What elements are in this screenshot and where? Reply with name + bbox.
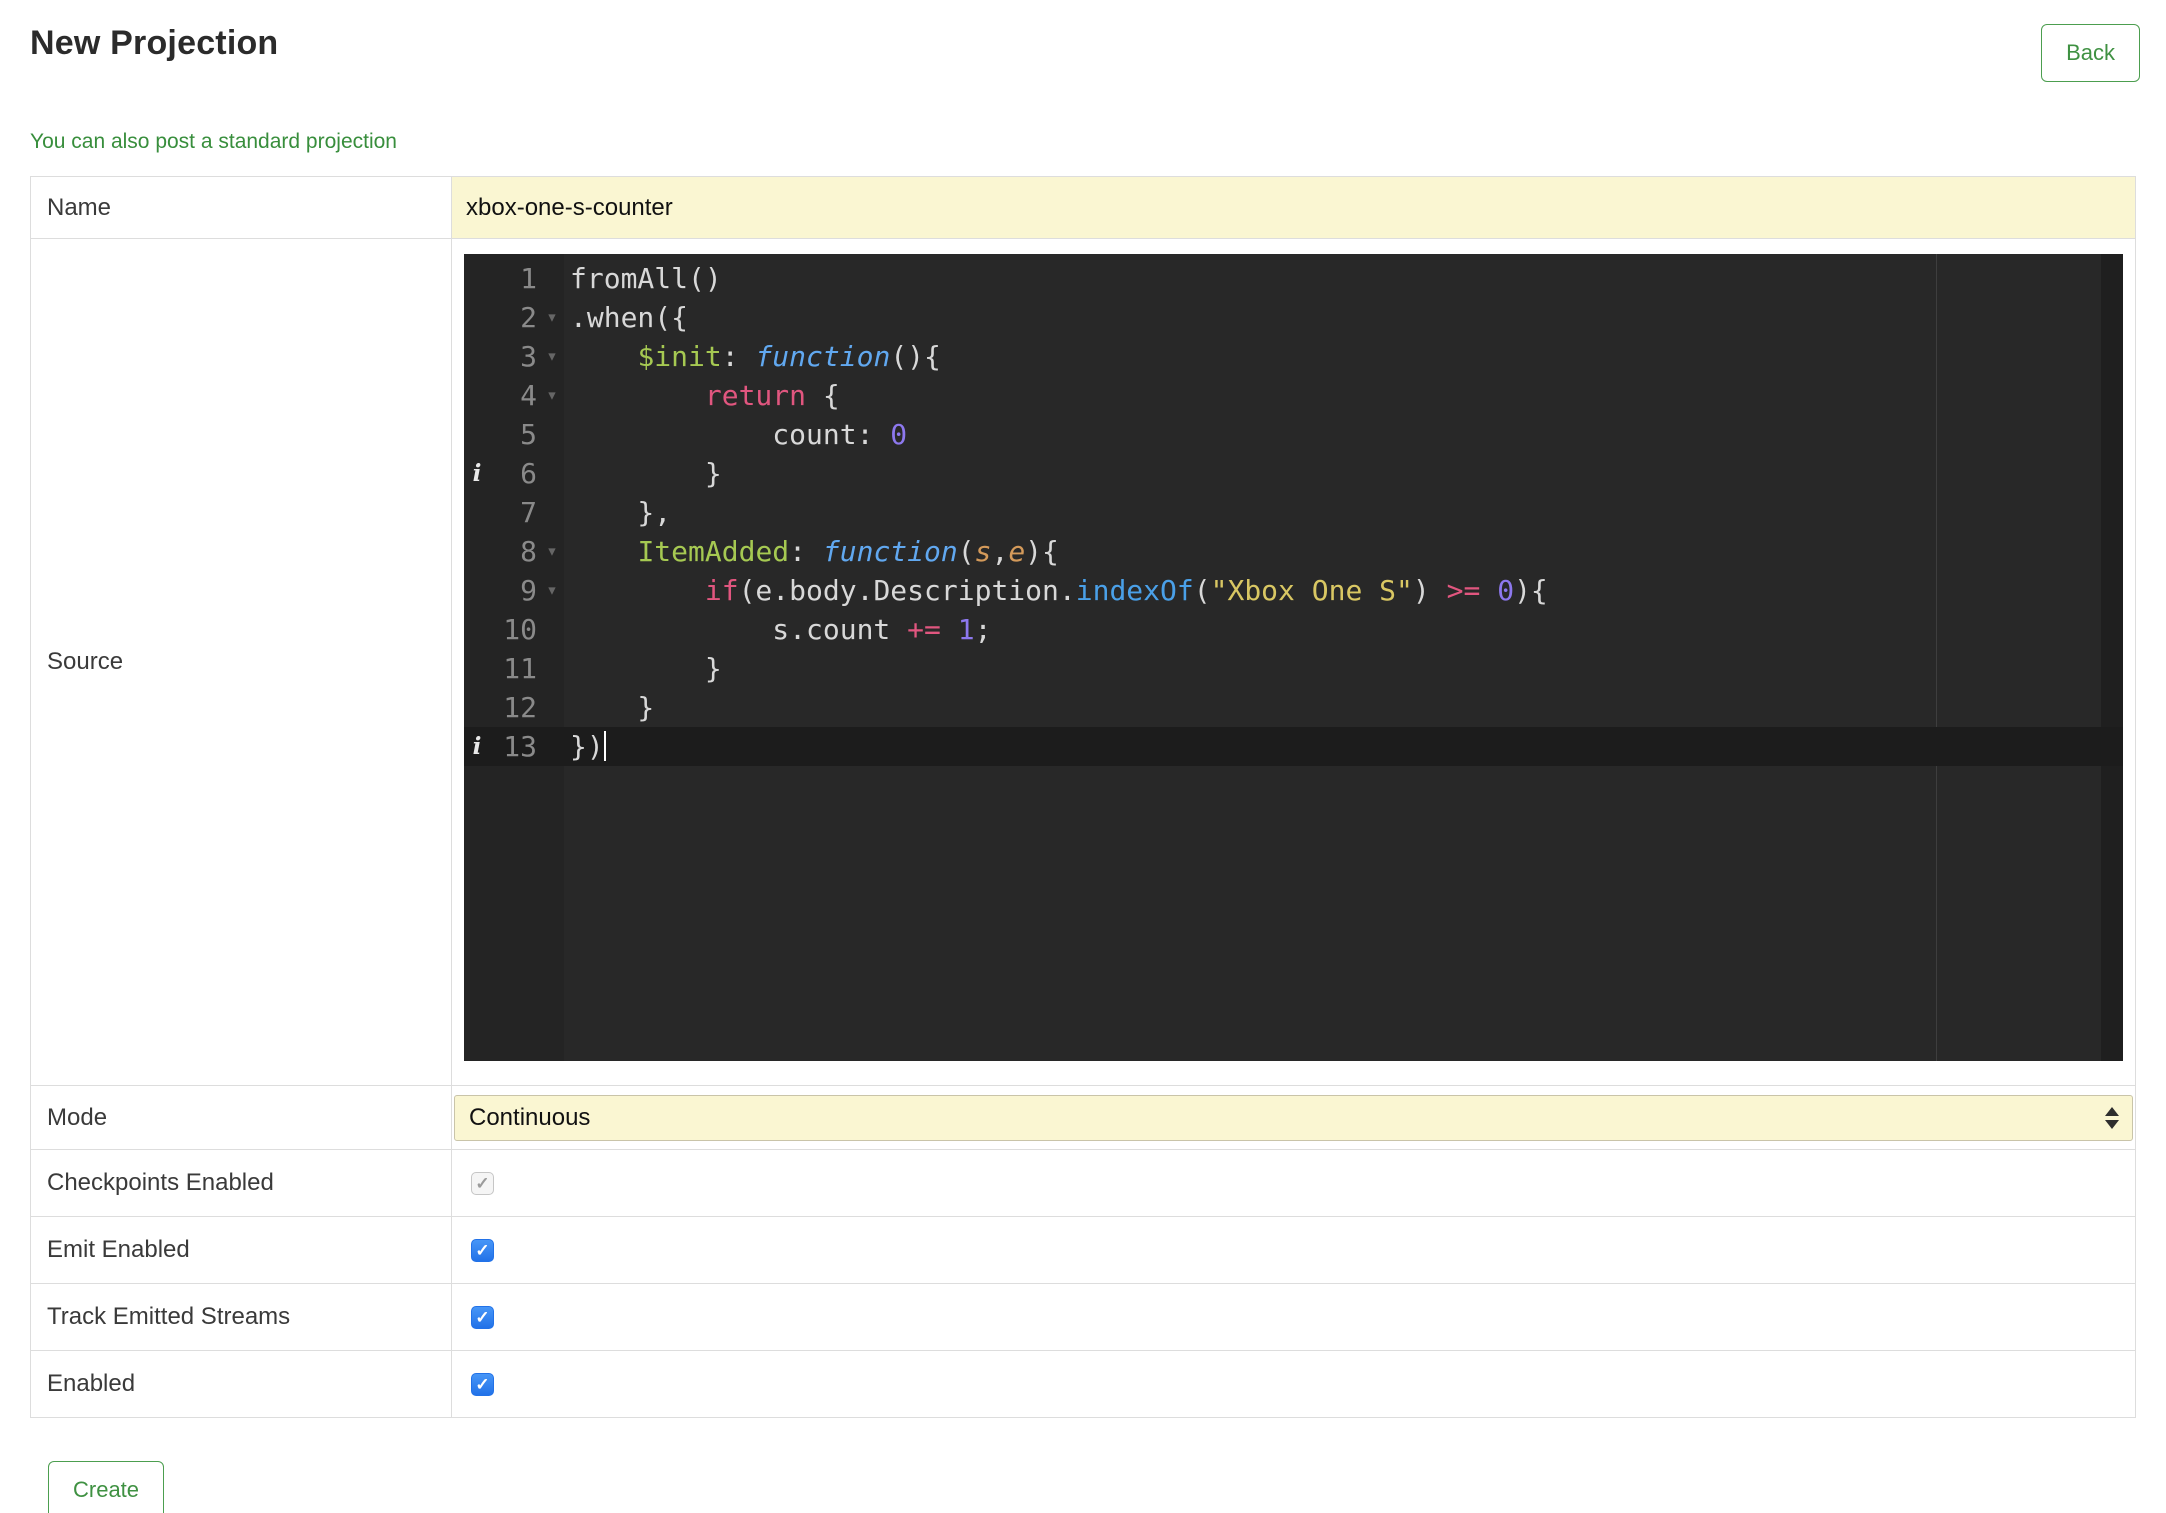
line-gutter: 3 ▾ (464, 337, 564, 376)
code-line[interactable]: 5 count: 0 (464, 415, 2123, 454)
code-text[interactable]: ItemAdded: function(s,e){ (564, 532, 1058, 571)
back-button[interactable]: Back (2041, 24, 2140, 82)
code-line[interactable]: 12 } (464, 688, 2123, 727)
line-gutter: 8 ▾ (464, 532, 564, 571)
line-number: 12 (503, 691, 537, 724)
fold-arrow-icon[interactable]: ▾ (540, 298, 564, 337)
source-label: Source (30, 238, 452, 1086)
track-label: Track Emitted Streams (30, 1283, 452, 1351)
line-gutter: 1 (464, 259, 564, 298)
line-number: 1 (520, 262, 537, 295)
code-text[interactable]: .when({ (564, 298, 688, 337)
code-line[interactable]: i6 } (464, 454, 2123, 493)
code-text[interactable]: s.count += 1; (564, 610, 991, 649)
mode-label: Mode (30, 1085, 452, 1150)
enabled-row: Enabled ✓ (30, 1350, 2136, 1418)
enabled-label: Enabled (30, 1350, 452, 1418)
code-text[interactable]: if(e.body.Description.indexOf("Xbox One … (564, 571, 1548, 610)
code-line[interactable]: 9 ▾ if(e.body.Description.indexOf("Xbox O… (464, 571, 2123, 610)
line-number: 11 (503, 652, 537, 685)
emit-row: Emit Enabled ✓ (30, 1216, 2136, 1284)
name-label: Name (30, 176, 452, 239)
line-gutter: 9 ▾ (464, 571, 564, 610)
mode-select-value: Continuous (469, 1103, 591, 1131)
emit-checkbox[interactable]: ✓ (471, 1238, 494, 1262)
lint-info-icon[interactable]: i (464, 727, 490, 766)
line-number: 3 (520, 340, 537, 373)
code-line[interactable]: 11 } (464, 649, 2123, 688)
fold-arrow-icon[interactable]: ▾ (540, 337, 564, 376)
code-line[interactable]: 4 ▾ return { (464, 376, 2123, 415)
line-gutter: 4 ▾ (464, 376, 564, 415)
text-cursor (603, 731, 606, 761)
fold-arrow-icon[interactable]: ▾ (540, 571, 564, 610)
line-number: 4 (520, 379, 537, 412)
footer-actions: Create (48, 1461, 2136, 1513)
code-text[interactable]: } (564, 649, 722, 688)
code-text[interactable]: } (564, 454, 722, 493)
track-emitted-checkbox[interactable]: ✓ (471, 1305, 494, 1329)
line-number: 2 (520, 301, 537, 334)
code-line[interactable]: i 13}) (464, 727, 2123, 766)
code-line[interactable]: 7 }, (464, 493, 2123, 532)
code-text[interactable]: }) (564, 727, 606, 766)
code-text[interactable]: $init: function(){ (564, 337, 940, 376)
enabled-checkbox[interactable]: ✓ (471, 1372, 494, 1396)
line-number: 6 (520, 457, 537, 490)
lint-info-icon[interactable]: i (464, 454, 490, 493)
code-text[interactable]: return { (564, 376, 840, 415)
line-number: 7 (520, 496, 537, 529)
create-button[interactable]: Create (48, 1461, 165, 1513)
line-gutter: 5 (464, 415, 564, 454)
line-gutter: 11 (464, 649, 564, 688)
code-text[interactable]: } (564, 688, 654, 727)
select-arrows-icon (2105, 1106, 2119, 1129)
line-number: 8 (520, 535, 537, 568)
checkpoints-checkbox: ✓ (471, 1171, 494, 1195)
line-gutter: i 13 (464, 727, 564, 766)
projection-form: Name Source 1fromAll()2▾.when({3▾ $init:… (30, 176, 2136, 1418)
name-row: Name (30, 176, 2136, 239)
code-line[interactable]: 2 ▾ .when({ (464, 298, 2123, 337)
line-gutter: 2 ▾ (464, 298, 564, 337)
code-editor[interactable]: 1 fromAll() 2 ▾ .when({3 ▾ $init: function(){… (464, 254, 2123, 1061)
fold-arrow-icon[interactable]: ▾ (540, 376, 564, 415)
line-gutter: 12 (464, 688, 564, 727)
code-lines[interactable]: 1 fromAll() 2 ▾ .when({3 ▾ $init: function(){… (464, 254, 2123, 766)
checkpoints-label: Checkpoints Enabled (30, 1149, 452, 1217)
code-line[interactable]: 8 ▾ ItemAdded: function(s,e){ (464, 532, 2123, 571)
checkpoints-row: Checkpoints Enabled ✓ (30, 1149, 2136, 1217)
line-number: 10 (503, 613, 537, 646)
fold-arrow-icon[interactable]: ▾ (540, 532, 564, 571)
line-gutter: i6 (464, 454, 564, 493)
mode-row: Mode Continuous (30, 1085, 2136, 1150)
line-gutter: 10 (464, 610, 564, 649)
emit-label: Emit Enabled (30, 1216, 452, 1284)
line-number: 5 (520, 418, 537, 451)
code-text[interactable]: fromAll() (564, 259, 722, 298)
line-number: 13 (503, 730, 537, 763)
mode-select[interactable]: Continuous (454, 1094, 2133, 1141)
line-number: 9 (520, 574, 537, 607)
track-row: Track Emitted Streams ✓ (30, 1283, 2136, 1351)
name-input[interactable] (452, 177, 2135, 238)
code-line[interactable]: 3 ▾ $init: function(){ (464, 337, 2123, 376)
page-header: New Projection Back (0, 0, 2166, 82)
standard-projection-link[interactable]: You can also post a standard projection (30, 130, 397, 154)
code-text[interactable]: }, (564, 493, 671, 532)
source-row: Source 1 fromAll() 2 ▾ .when({3 ▾ $init: func… (30, 238, 2136, 1086)
new-projection-page: New Projection Back You can also post a … (0, 0, 2166, 1513)
code-text[interactable]: count: 0 (564, 415, 907, 454)
code-line[interactable]: 10 s.count += 1; (464, 610, 2123, 649)
line-gutter: 7 (464, 493, 564, 532)
code-line[interactable]: 1 fromAll() (464, 259, 2123, 298)
page-title: New Projection (30, 24, 279, 62)
